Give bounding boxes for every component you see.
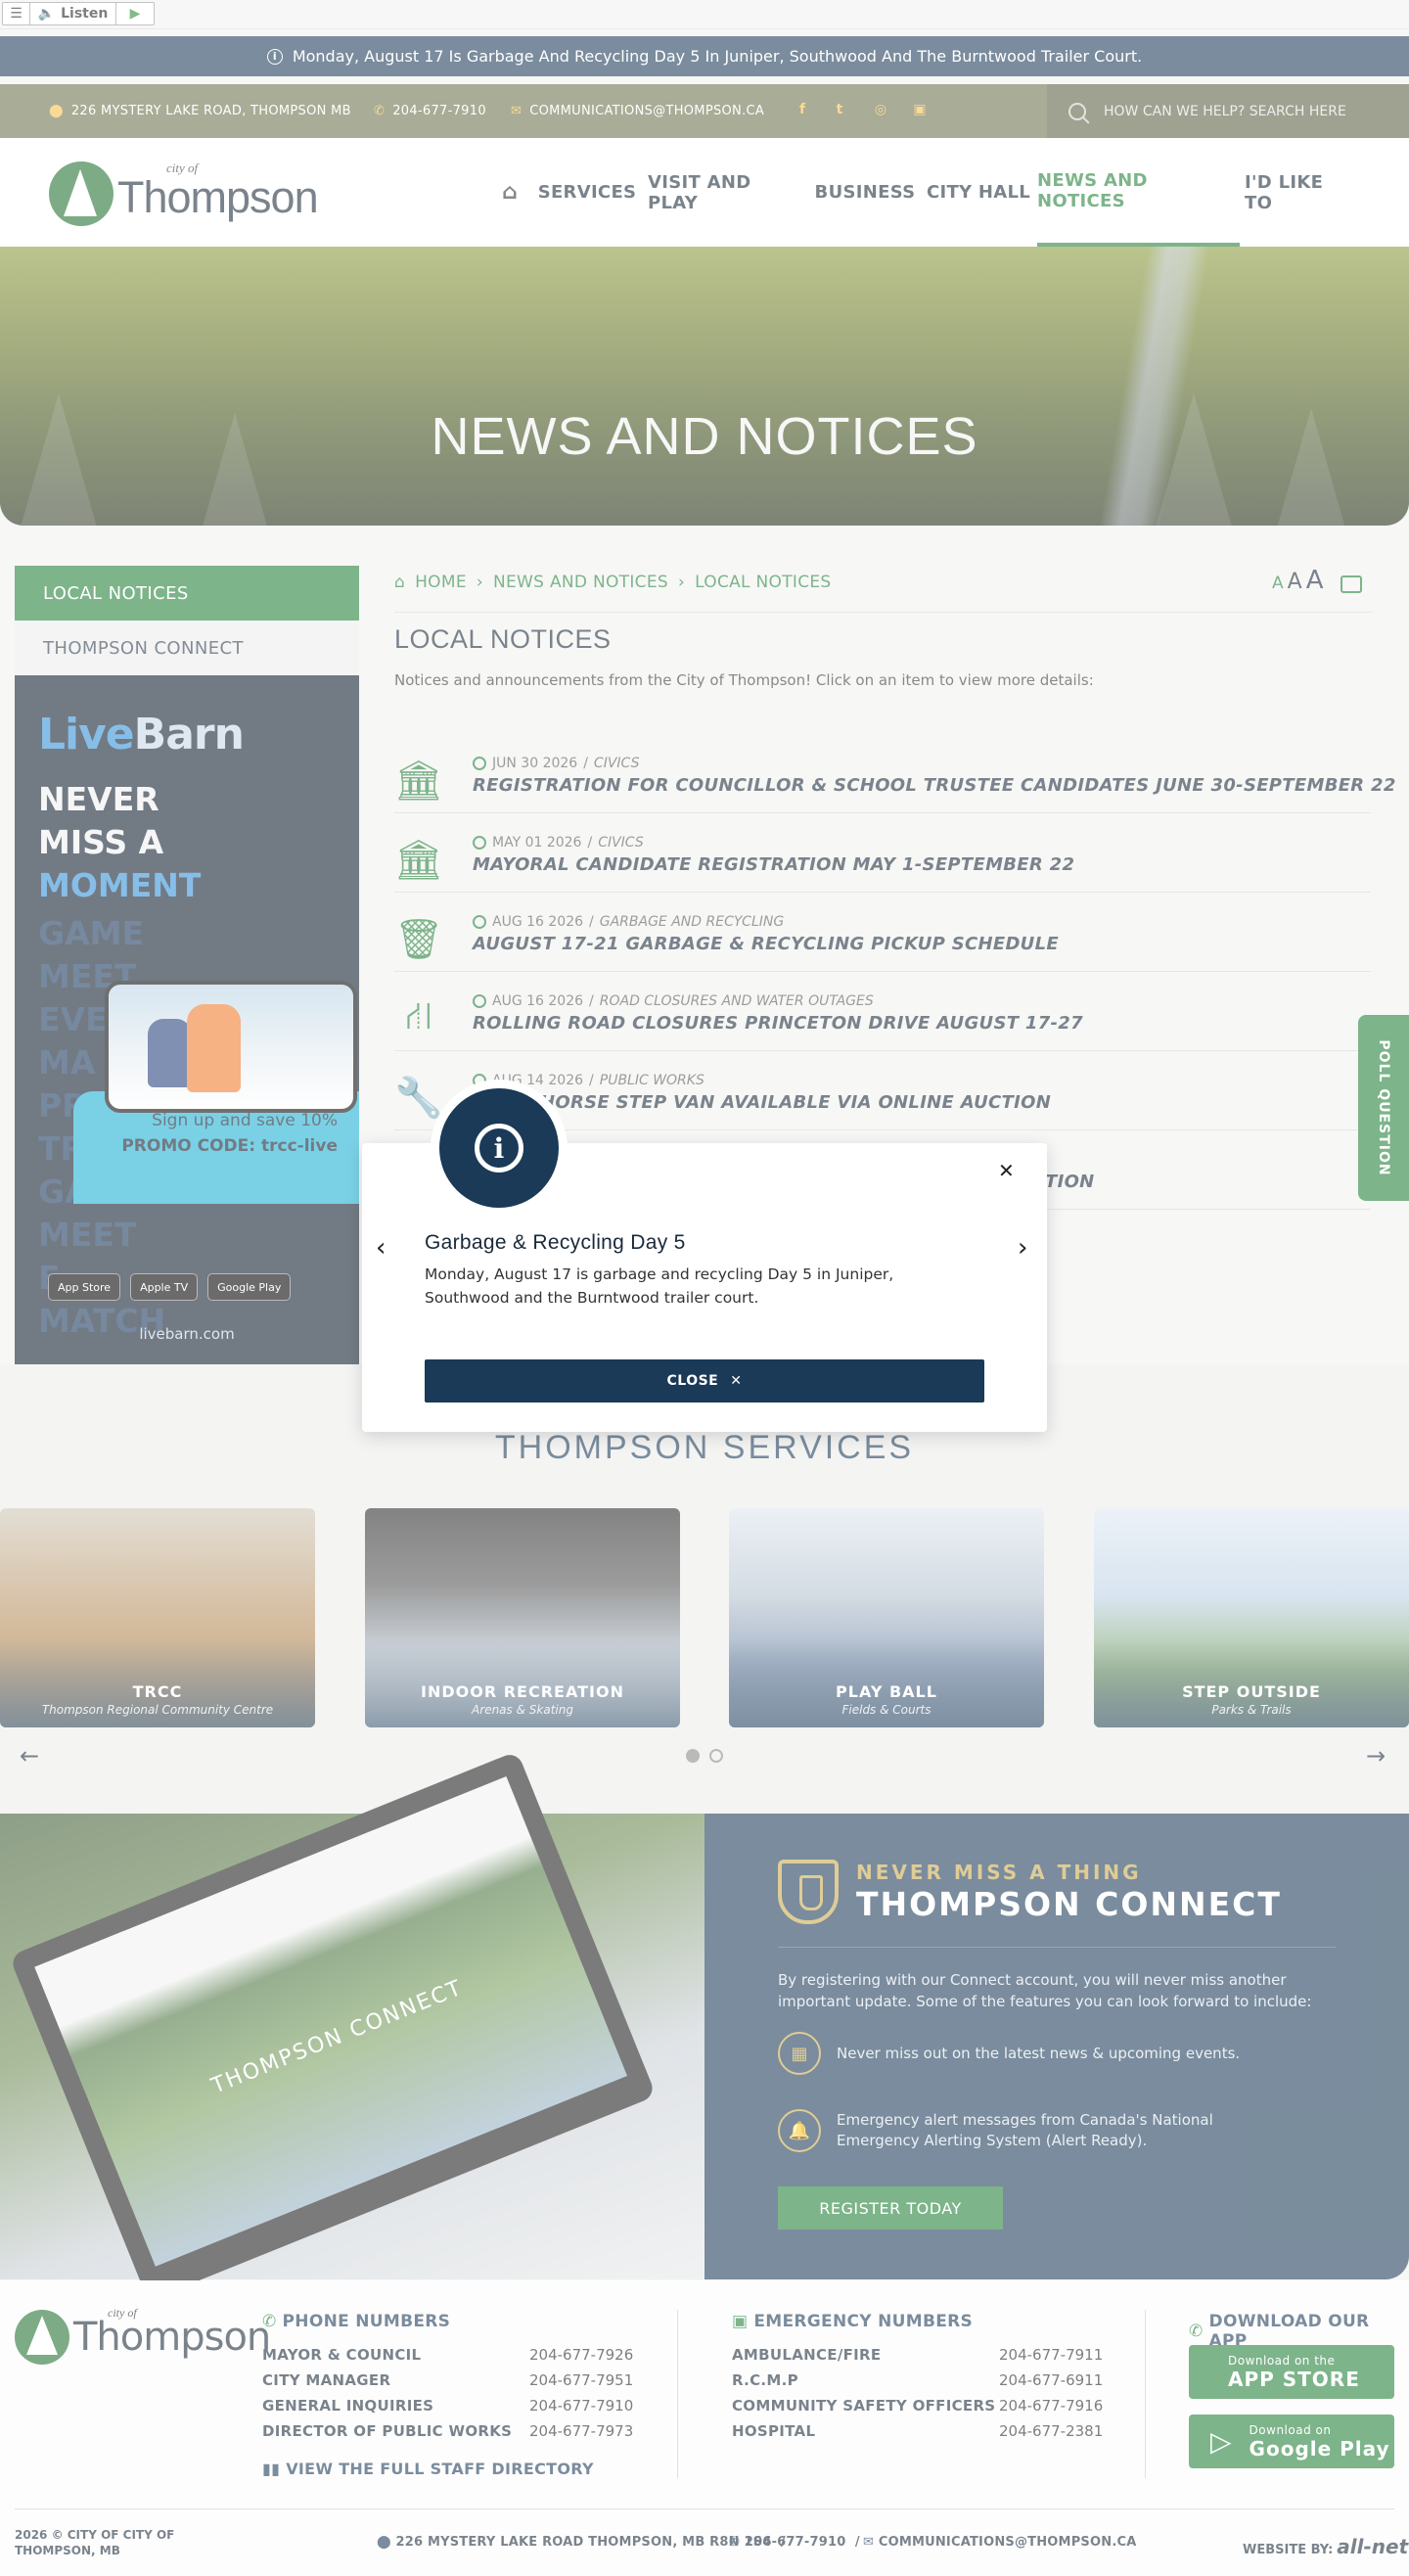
close-icon: ✕ xyxy=(730,1373,743,1389)
modal-body: Monday, August 17 is garbage and recycli… xyxy=(425,1265,894,1307)
alert-modal: i ✕ ‹ › Garbage & Recycling Day 5 Monday… xyxy=(362,1080,1047,1432)
close-label: CLOSE xyxy=(666,1373,719,1389)
info-icon: i xyxy=(475,1124,523,1173)
chevron-left-icon[interactable]: ‹ xyxy=(376,1233,386,1263)
close-icon[interactable]: ✕ xyxy=(998,1159,1015,1182)
modal-close-button[interactable]: CLOSE ✕ xyxy=(425,1359,984,1403)
modal-badge-inner: i xyxy=(439,1088,559,1208)
modal-badge: i xyxy=(431,1080,568,1217)
chevron-right-icon[interactable]: › xyxy=(1018,1233,1027,1263)
modal-title: Garbage & Recycling Day 5 xyxy=(425,1231,686,1254)
